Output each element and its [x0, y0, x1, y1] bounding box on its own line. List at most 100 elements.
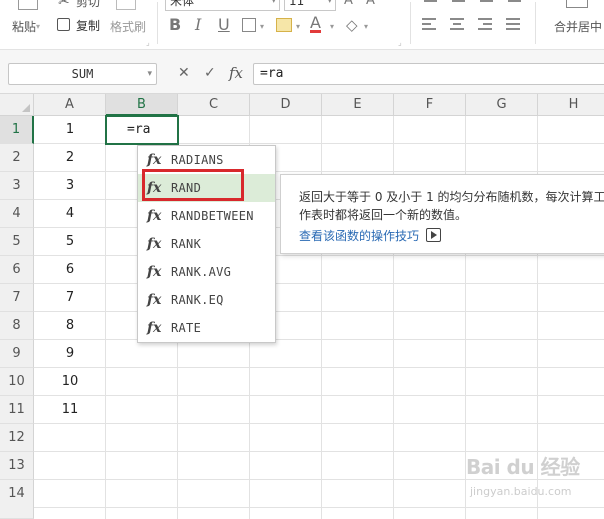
autocomplete-item-rank[interactable]: fx RANK [138, 230, 275, 258]
row-header-14[interactable]: 14 [0, 480, 34, 519]
column-header-c[interactable]: C [178, 94, 250, 116]
cell-a1[interactable]: 1 [34, 116, 106, 144]
cell-a3[interactable]: 3 [34, 172, 106, 200]
wrap-icon[interactable] [508, 0, 521, 2]
cell-a10[interactable]: 10 [34, 368, 106, 396]
autocomplete-item-label: RATE [171, 321, 202, 335]
increase-font-icon[interactable]: A⁺ [344, 0, 360, 8]
function-description: 返回大于等于 0 及小于 1 的均匀分布随机数，每次计算工作表时都将返回一个新的… [299, 190, 604, 222]
function-icon: fx [147, 152, 162, 168]
decrease-font-icon[interactable]: A⁻ [366, 0, 382, 8]
cell-a9[interactable]: 9 [34, 340, 106, 368]
row-header-6[interactable]: 6 [0, 256, 34, 284]
cell-a8[interactable]: 8 [34, 312, 106, 340]
border-icon[interactable] [242, 18, 256, 32]
column-header-e[interactable]: E [322, 94, 394, 116]
autocomplete-item-rate[interactable]: fx RATE [138, 314, 275, 342]
autocomplete-item-label: RANK [171, 237, 202, 251]
align-left-icon[interactable] [422, 18, 438, 32]
font-color-icon[interactable]: A [310, 15, 321, 33]
name-box[interactable]: SUM ▾ [8, 63, 157, 85]
paste-dropdown-icon[interactable]: ▾ [36, 20, 40, 34]
column-header-g[interactable]: G [466, 94, 538, 116]
row-header-13[interactable]: 13 [0, 452, 34, 480]
cell-a2[interactable]: 2 [34, 144, 106, 172]
autocomplete-item-label: RANDBETWEEN [171, 209, 254, 223]
underline-icon[interactable]: U [218, 16, 230, 34]
eraser-icon[interactable]: ◇ [346, 16, 358, 34]
clipboard-launcher-icon[interactable]: ⌟ [146, 36, 150, 49]
chevron-down-icon[interactable]: ▾ [330, 20, 334, 34]
chevron-down-icon[interactable]: ▾ [260, 20, 264, 34]
format-painter-button[interactable]: 格式刷 [110, 20, 146, 34]
fill-color-icon[interactable] [276, 18, 292, 32]
cut-button[interactable]: 剪切 [76, 0, 100, 9]
function-icon: fx [147, 292, 162, 308]
gridline [34, 367, 604, 368]
chevron-down-icon[interactable]: ▾ [296, 20, 300, 34]
confirm-icon[interactable]: ✓ [204, 65, 216, 81]
gridline [34, 283, 604, 284]
cell-a5[interactable]: 5 [34, 228, 106, 256]
row-header-1[interactable]: 1 [0, 116, 34, 144]
align-right-icon[interactable] [478, 18, 494, 32]
active-cell-b1[interactable]: =ra [105, 115, 179, 145]
row-header-2[interactable]: 2 [0, 144, 34, 172]
cell-a4[interactable]: 4 [34, 200, 106, 228]
video-play-icon[interactable] [426, 228, 441, 242]
cell-a6[interactable]: 6 [34, 256, 106, 284]
bold-icon[interactable]: B [169, 16, 181, 34]
formula-input[interactable]: =ra [253, 63, 604, 85]
font-size-value: 11 [289, 0, 305, 8]
copy-icon[interactable] [57, 18, 70, 31]
function-icon: fx [147, 320, 162, 336]
cancel-icon[interactable]: ✕ [178, 65, 190, 81]
column-header-h[interactable]: H [538, 94, 604, 116]
align-bottom-icon[interactable] [480, 0, 493, 2]
row-header-5[interactable]: 5 [0, 228, 34, 256]
row-header-7[interactable]: 7 [0, 284, 34, 312]
autocomplete-item-rank-avg[interactable]: fx RANK.AVG [138, 258, 275, 286]
cell-a11[interactable]: 11 [34, 396, 106, 424]
font-name-select[interactable]: 宋体 ▾ [165, 0, 280, 11]
chevron-down-icon: ▾ [147, 69, 152, 79]
autocomplete-item-rank-eq[interactable]: fx RANK.EQ [138, 286, 275, 314]
row-header-11[interactable]: 11 [0, 396, 34, 424]
ribbon-toolbar: 粘贴 ▾ ✂ 剪切 复制 格式刷 ⌟ 宋体 ▾ 11 ▾ A⁺ A⁻ B I U… [0, 0, 604, 50]
row-header-4[interactable]: 4 [0, 200, 34, 228]
column-header-d[interactable]: D [250, 94, 322, 116]
row-header-8[interactable]: 8 [0, 312, 34, 340]
select-all-corner[interactable] [0, 94, 34, 116]
chevron-down-icon[interactable]: ▾ [364, 20, 368, 34]
row-header-9[interactable]: 9 [0, 340, 34, 368]
copy-button[interactable]: 复制 [76, 19, 100, 33]
align-middle-icon[interactable] [452, 0, 465, 2]
insert-function-icon[interactable]: fx [229, 64, 243, 82]
column-header-b[interactable]: B [106, 94, 178, 116]
align-top-icon[interactable] [424, 0, 437, 2]
paste-button[interactable]: 粘贴 [12, 20, 36, 34]
column-header-f[interactable]: F [394, 94, 466, 116]
gridline [34, 255, 604, 256]
font-size-select[interactable]: 11 ▾ [284, 0, 336, 11]
function-tips-link[interactable]: 查看该函数的操作技巧 [299, 228, 419, 244]
autocomplete-item-randbetween[interactable]: fx RANDBETWEEN [138, 202, 275, 230]
row-header-12[interactable]: 12 [0, 424, 34, 452]
justify-icon[interactable] [506, 18, 522, 32]
merge-icon[interactable] [566, 0, 588, 8]
row-header-3[interactable]: 3 [0, 172, 34, 200]
format-painter-icon[interactable] [116, 0, 136, 10]
align-center-icon[interactable] [450, 18, 466, 32]
font-launcher-icon[interactable]: ⌟ [398, 36, 402, 49]
autocomplete-item-label: RADIANS [171, 153, 224, 167]
column-header-a[interactable]: A [34, 94, 106, 116]
ribbon-divider [535, 2, 536, 44]
merge-center-button[interactable]: 合并居中 [554, 20, 602, 34]
row-header-10[interactable]: 10 [0, 368, 34, 396]
chevron-down-icon: ▾ [327, 0, 332, 6]
scissors-icon[interactable]: ✂ [58, 0, 70, 9]
cell-a7[interactable]: 7 [34, 284, 106, 312]
formula-bar: SUM ▾ ✕ ✓ fx =ra [0, 50, 604, 94]
paste-icon[interactable] [18, 0, 38, 10]
italic-icon[interactable]: I [195, 16, 201, 34]
